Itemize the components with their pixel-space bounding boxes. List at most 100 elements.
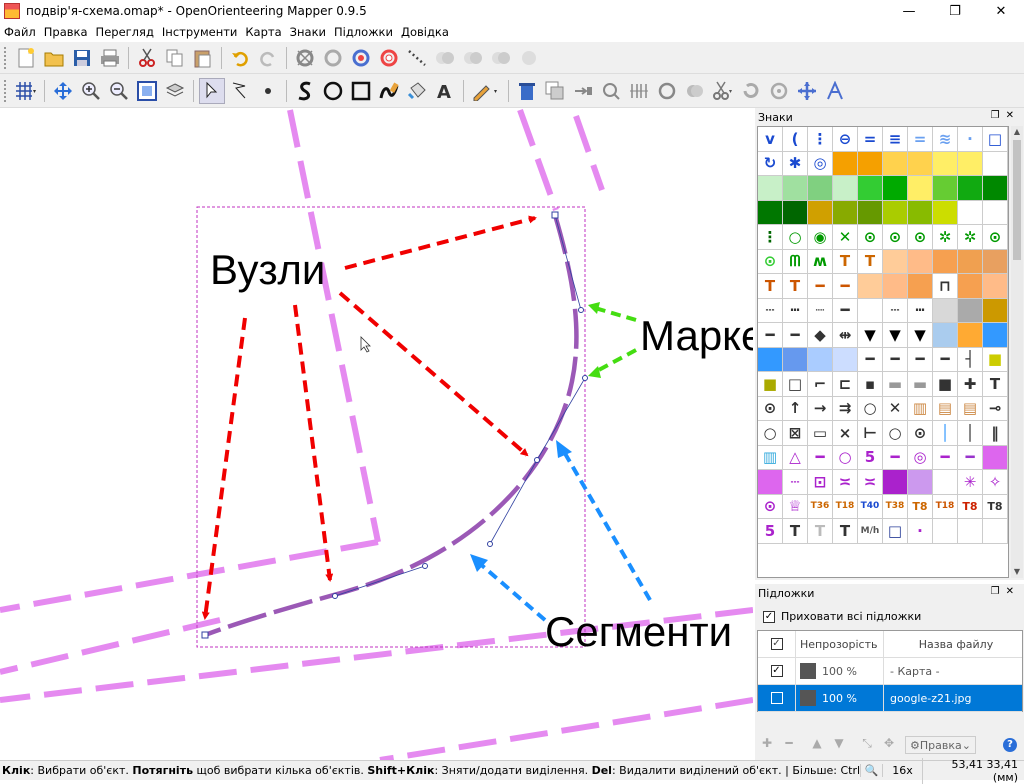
- symbol-swatch[interactable]: [983, 176, 1008, 201]
- symbol-swatch[interactable]: [758, 176, 783, 201]
- symbol-swatch[interactable]: [983, 323, 1008, 348]
- symbol-swatch[interactable]: ┅: [908, 298, 933, 323]
- panel-float-close-icon[interactable]: ❐✕: [991, 586, 1020, 597]
- symbol-swatch[interactable]: [958, 151, 983, 176]
- symbol-swatch[interactable]: T: [983, 372, 1008, 397]
- symbol-swatch[interactable]: ✲: [958, 225, 983, 250]
- symbol-swatch[interactable]: [833, 151, 858, 176]
- zoom-in-icon[interactable]: [78, 78, 104, 104]
- symbol-swatch[interactable]: ⋮: [808, 127, 833, 152]
- symbol-swatch[interactable]: ┅: [783, 298, 808, 323]
- symbol-swatch[interactable]: [983, 519, 1008, 544]
- symbol-swatch[interactable]: [833, 200, 858, 225]
- symbol-swatch[interactable]: ✱: [783, 151, 808, 176]
- grid-icon[interactable]: [13, 78, 39, 104]
- symbol-swatch[interactable]: 5: [858, 445, 883, 470]
- symbol-swatch[interactable]: ʍ: [808, 249, 833, 274]
- symbol-swatch[interactable]: ○: [833, 445, 858, 470]
- symbol-swatch[interactable]: T: [783, 519, 808, 544]
- symbol-swatch[interactable]: T: [783, 274, 808, 299]
- duplicate-icon[interactable]: [542, 78, 568, 104]
- symbol-swatch[interactable]: [858, 298, 883, 323]
- symbol-swatch[interactable]: M/h: [858, 519, 883, 544]
- symbol-swatch[interactable]: [958, 176, 983, 201]
- symbol-swatch[interactable]: ○: [758, 421, 783, 446]
- symbol-swatch[interactable]: ▬: [883, 372, 908, 397]
- menu-help[interactable]: Довідка: [397, 25, 453, 39]
- move-up-icon[interactable]: ▲: [807, 736, 827, 754]
- symbol-swatch[interactable]: [833, 347, 858, 372]
- menu-templates[interactable]: Підложки: [330, 25, 397, 39]
- circle-tool-2-icon[interactable]: [682, 78, 708, 104]
- fill-tool-icon[interactable]: [404, 78, 430, 104]
- symbol-swatch[interactable]: T: [833, 519, 858, 544]
- new-file-icon[interactable]: [13, 45, 39, 71]
- menu-view[interactable]: Перегляд: [92, 25, 158, 39]
- symbol-swatch[interactable]: ━: [933, 347, 958, 372]
- symbol-swatch[interactable]: ○: [858, 396, 883, 421]
- row-checkbox[interactable]: [770, 692, 783, 704]
- close-button[interactable]: ✕: [978, 0, 1024, 22]
- symbol-swatch[interactable]: T18: [933, 494, 958, 519]
- hide-all-templates-row[interactable]: ✓ Приховати всі підложки: [763, 610, 921, 623]
- symbol-swatch[interactable]: ✲: [933, 225, 958, 250]
- copy-icon[interactable]: [162, 45, 188, 71]
- symbol-swatch[interactable]: ━: [833, 274, 858, 299]
- move-icon[interactable]: [794, 78, 820, 104]
- symbol-swatch[interactable]: ┄: [883, 298, 908, 323]
- maximize-button[interactable]: ❐: [932, 0, 978, 22]
- symbol-swatch[interactable]: ⊙: [758, 494, 783, 519]
- symbol-swatch[interactable]: ≍: [858, 470, 883, 495]
- symbol-swatch[interactable]: [908, 200, 933, 225]
- symbol-swatch[interactable]: [958, 323, 983, 348]
- symbol-swatch[interactable]: ○: [783, 225, 808, 250]
- symbol-swatch[interactable]: ┄: [758, 298, 783, 323]
- symbol-swatch[interactable]: →: [808, 396, 833, 421]
- symbol-swatch[interactable]: ━: [833, 298, 858, 323]
- edit-objects-icon[interactable]: [199, 77, 225, 104]
- symbol-swatch[interactable]: [958, 274, 983, 299]
- symbol-grid[interactable]: v(⋮ ⊖ = ≡ = ≋ · □ ↻ ✱ ◎ ⋮ ○ ◉ ✕ ⊙ ⊙ ⊙ ✲ ✲ ⊙ ⊙ ᗰ ʍ T T T T ━ ━ ⊓ ┄ ┅ ┈ ━ ┄ ┅ ━…: [757, 126, 1009, 578]
- tool-disabled-4-icon[interactable]: [516, 45, 542, 71]
- symbol-swatch[interactable]: ⊠: [783, 421, 808, 446]
- symbol-swatch[interactable]: ━: [808, 274, 833, 299]
- symbol-swatch[interactable]: [883, 176, 908, 201]
- symbol-swatch[interactable]: ⊏: [833, 372, 858, 397]
- symbol-swatch[interactable]: [933, 200, 958, 225]
- move-template-icon[interactable]: ✥: [879, 736, 899, 754]
- symbol-swatch[interactable]: ⌐: [808, 372, 833, 397]
- symbol-swatch[interactable]: ▥: [908, 396, 933, 421]
- symbol-swatch[interactable]: ━: [933, 445, 958, 470]
- symbol-swatch[interactable]: │: [933, 421, 958, 446]
- symbol-swatch[interactable]: ⇉: [833, 396, 858, 421]
- symbol-swatch[interactable]: ⊡: [808, 470, 833, 495]
- symbol-swatch[interactable]: [883, 200, 908, 225]
- symbol-swatch[interactable]: [983, 249, 1008, 274]
- symbol-swatch[interactable]: [908, 249, 933, 274]
- symbol-swatch[interactable]: ≋: [933, 127, 958, 152]
- table-row[interactable]: 100 % google-z21.jpg: [758, 685, 1022, 712]
- rotate-pattern-icon[interactable]: [766, 78, 792, 104]
- symbol-swatch[interactable]: [933, 470, 958, 495]
- scroll-up-icon[interactable]: ▲: [1011, 126, 1023, 138]
- symbol-swatch[interactable]: □: [983, 127, 1008, 152]
- symbol-swatch[interactable]: [933, 519, 958, 544]
- symbol-swatch[interactable]: [833, 176, 858, 201]
- symbol-swatch[interactable]: ✧: [983, 470, 1008, 495]
- symbol-swatch[interactable]: ⊖: [833, 127, 858, 152]
- symbol-swatch[interactable]: [983, 274, 1008, 299]
- symbol-swatch[interactable]: T: [833, 249, 858, 274]
- symbol-swatch[interactable]: [983, 445, 1008, 470]
- symbol-swatch[interactable]: [808, 200, 833, 225]
- menu-edit[interactable]: Правка: [40, 25, 92, 39]
- symbol-swatch[interactable]: ♕: [783, 494, 808, 519]
- georeference-icon[interactable]: ⤡: [857, 736, 877, 754]
- symbol-swatch[interactable]: =: [858, 127, 883, 152]
- symbol-swatch[interactable]: ▭: [808, 421, 833, 446]
- symbol-swatch[interactable]: ▼: [908, 323, 933, 348]
- symbol-swatch[interactable]: [933, 176, 958, 201]
- minimize-button[interactable]: —: [886, 0, 932, 22]
- symbol-swatch[interactable]: ○: [883, 421, 908, 446]
- symbol-swatch[interactable]: ━: [908, 347, 933, 372]
- symbol-swatch[interactable]: T36: [808, 494, 833, 519]
